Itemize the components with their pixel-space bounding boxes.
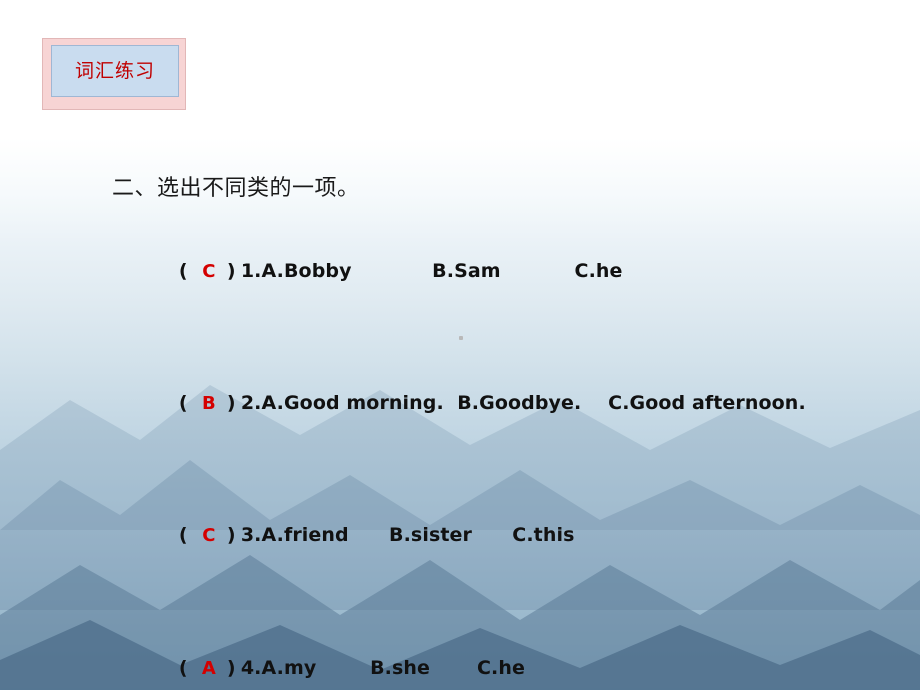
question-3-text: 3.A.friend B.sister C.this (240, 524, 575, 546)
question-4-text: 4.A.my B.she C.he (240, 657, 525, 679)
question-1-text: 1.A.Bobby B.Sam C.he (240, 260, 623, 282)
paren-close: ) (226, 392, 236, 414)
answer-3: C (202, 525, 216, 546)
answer-4: A (201, 658, 216, 679)
section-tag-inner: 词汇练习 (51, 45, 179, 97)
question-row: ( C) 1.A.Bobby B.Sam C.he (152, 238, 920, 304)
question-row: ( A) 4.A.my B.she C.he (152, 635, 920, 690)
answer-2: B (201, 393, 216, 414)
paren-open: ( (178, 260, 188, 282)
paren-close: ) (226, 260, 236, 282)
paren-close: ) (226, 524, 236, 546)
section-tag-box: 词汇练习 (42, 38, 186, 110)
slide-canvas: 词汇练习 二、选出不同类的一项。 (C) 1.A.Bobby B.Sam C.he… (0, 0, 920, 690)
question-row: ( C) 3.A.friend B.sister C.this (152, 502, 920, 568)
paren-open: ( (178, 657, 188, 679)
decorative-dot (459, 336, 463, 340)
paren-close: ) (226, 657, 236, 679)
paren-open: ( (178, 392, 188, 414)
question-row: ( B) 2.A.Good morning. B.Goodbye. C.Good a… (152, 370, 920, 436)
question-2-text: 2.A.Good morning. B.Goodbye. C.Good afte… (240, 392, 806, 414)
section-tag-label: 词汇练习 (74, 59, 155, 82)
paren-open: ( (178, 524, 188, 546)
page-title: 二、选出不同类的一项。 (112, 176, 360, 201)
answer-1: C (202, 261, 216, 282)
